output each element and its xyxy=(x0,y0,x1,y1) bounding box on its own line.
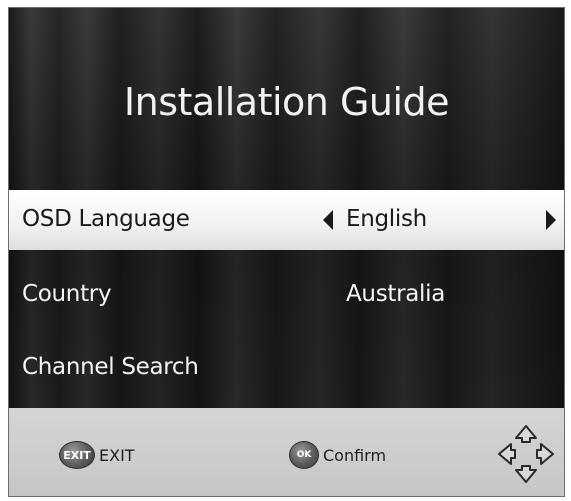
confirm-hint[interactable]: OK Confirm xyxy=(289,440,386,470)
menu-item-label: Channel Search xyxy=(22,354,199,380)
dpad-arrows-icon xyxy=(498,425,554,483)
menu-item-label: Country xyxy=(22,281,112,307)
confirm-label: Confirm xyxy=(323,445,387,465)
footer-bar: EXIT EXIT OK Confirm xyxy=(9,408,564,496)
menu-item-osd-language[interactable]: OSD Language English xyxy=(9,190,564,250)
menu-item-country[interactable]: Country Australia xyxy=(9,265,564,325)
country-value: Australia xyxy=(346,281,446,307)
arrow-left-icon[interactable] xyxy=(323,210,333,230)
page-title: Installation Guide xyxy=(123,80,450,124)
osd-language-value: English xyxy=(346,206,427,232)
exit-label: EXIT xyxy=(99,445,135,465)
ok-button-icon: OK xyxy=(289,441,319,469)
exit-button-icon: EXIT xyxy=(59,441,95,469)
arrow-right-icon[interactable] xyxy=(546,210,556,230)
installation-guide-screen: Installation Guide OSD Language English … xyxy=(8,7,565,497)
menu-item-channel-search[interactable]: Channel Search xyxy=(9,338,564,398)
exit-hint[interactable]: EXIT EXIT xyxy=(59,440,135,470)
menu-item-label: OSD Language xyxy=(22,206,190,232)
